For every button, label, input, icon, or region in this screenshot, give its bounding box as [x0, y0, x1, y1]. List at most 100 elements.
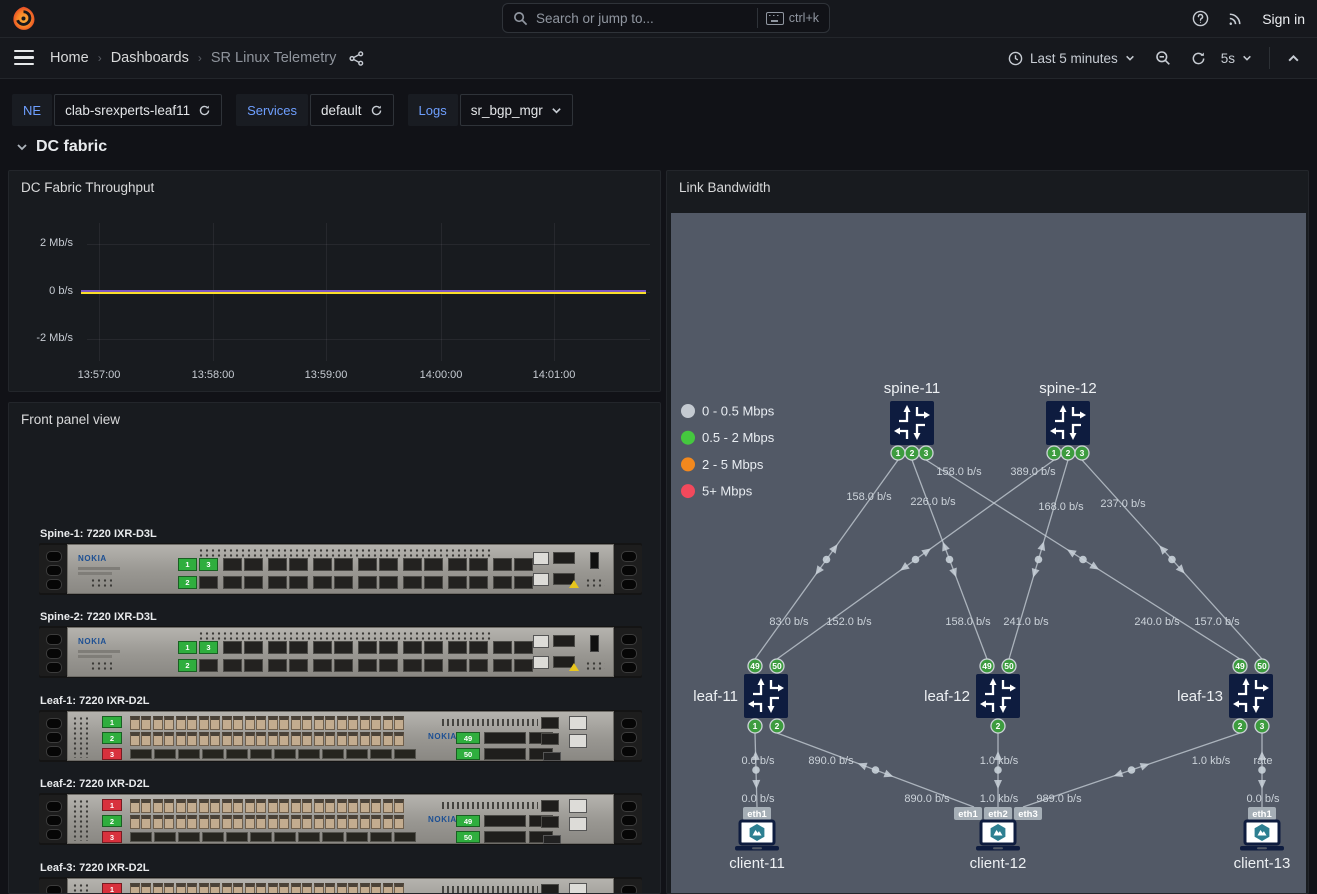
edge-arrow — [1067, 549, 1077, 557]
copper-port — [245, 799, 255, 813]
switch-faceplate: 123NOKIA4950 — [67, 794, 614, 844]
copper-port — [337, 883, 347, 894]
switch-node-leaf-13[interactable] — [1229, 674, 1273, 718]
grafana-app: Search or jump to... ctrl+k — [0, 0, 1317, 894]
copper-port — [360, 799, 370, 813]
sync-icon — [198, 104, 211, 117]
zoom-out-button[interactable] — [1148, 45, 1178, 71]
copper-port — [371, 716, 381, 730]
device-label: Spine-1: 7220 IXR-D3L — [40, 528, 642, 540]
qsfp-cage — [268, 576, 287, 589]
variable-services-value[interactable]: default — [310, 94, 394, 126]
device-1: Spine-1: 7220 IXR-D3LNOKIA132 — [39, 528, 642, 595]
variable-ne-value[interactable]: clab-srexperts-leaf11 — [54, 94, 222, 126]
copper-port — [164, 716, 174, 730]
client-node-client-11[interactable] — [735, 821, 779, 851]
copper-port — [348, 716, 358, 730]
series-line-in — [81, 292, 646, 294]
edge-midpoint-dot — [1258, 766, 1266, 774]
legend-label: 0.5 - 2 Mbps — [702, 430, 775, 445]
search-shortcut: ctrl+k — [757, 8, 819, 28]
sfp-cage — [274, 749, 296, 759]
copper-port — [222, 799, 232, 813]
search-input[interactable]: Search or jump to... ctrl+k — [502, 3, 830, 33]
sfp-cage — [154, 749, 176, 759]
qsfp-cage — [514, 576, 533, 589]
help-icon[interactable] — [1192, 10, 1209, 27]
switch-node-leaf-11[interactable] — [744, 674, 788, 718]
copper-port — [153, 799, 163, 813]
variable-logs-label[interactable]: Logs — [408, 94, 458, 126]
edge-bandwidth-label: 237.0 b/s — [1100, 498, 1146, 510]
menu-toggle-icon[interactable] — [14, 50, 34, 65]
variable-ne-label[interactable]: NE — [12, 94, 52, 126]
rack-ear-slot — [46, 551, 62, 562]
breadcrumb-home[interactable]: Home — [50, 50, 89, 66]
eth-badge-label: eth1 — [1252, 809, 1272, 820]
dashboard-row-dc-fabric[interactable]: DC fabric — [16, 138, 107, 156]
qsfp-cage — [514, 558, 533, 571]
variable-services-label[interactable]: Services — [236, 94, 308, 126]
qsfp-cage — [199, 576, 218, 589]
client-node-client-12[interactable] — [976, 821, 1020, 851]
sfp-cage — [178, 832, 200, 842]
edge-bandwidth-label: 158.0 b/s — [936, 466, 982, 478]
rack-ear-slot — [621, 551, 637, 562]
rack-ear-slot — [46, 815, 62, 826]
qsfp-cage — [379, 576, 398, 589]
edge-arrow — [1258, 780, 1266, 789]
breadcrumb-dashboards[interactable]: Dashboards — [111, 50, 189, 66]
qsfp-cage — [334, 558, 353, 571]
usb-port — [590, 635, 599, 652]
switch-node-spine-12[interactable] — [1046, 401, 1090, 445]
mgmt-rj45-port — [533, 635, 549, 648]
edge-bandwidth-label: 989.0 b/s — [1036, 793, 1082, 805]
vent-dots — [198, 548, 493, 557]
variables-bar: NE clab-srexperts-leaf11 Services defaul… — [12, 94, 573, 126]
panel-title[interactable]: Link Bandwidth — [679, 180, 771, 195]
copper-port — [291, 716, 301, 730]
refresh-interval-picker[interactable]: 5s — [1219, 46, 1259, 71]
sign-in-button[interactable]: Sign in — [1262, 11, 1305, 27]
copper-port — [279, 799, 289, 813]
mgmt-rj45-port — [569, 799, 587, 813]
copper-port-row — [130, 883, 406, 894]
copper-port — [325, 732, 335, 746]
copper-port — [130, 732, 140, 746]
edge-arrow — [942, 542, 949, 552]
port-row: 2 — [178, 659, 538, 672]
edge-arrow — [858, 763, 868, 770]
rack-ear — [614, 545, 642, 593]
dashboard-toolbar: Home › Dashboards › SR Linux Telemetry L… — [0, 38, 1317, 79]
refresh-button[interactable] — [1184, 46, 1213, 71]
time-range-picker[interactable]: Last 5 minutes — [1001, 46, 1142, 71]
client-node-client-13[interactable] — [1240, 821, 1284, 851]
copper-port — [210, 732, 220, 746]
qsfp-cage — [403, 641, 422, 654]
node-graph-canvas[interactable]: 0 - 0.5 Mbps0.5 - 2 Mbps2 - 5 Mbps5+ Mbp… — [671, 213, 1306, 894]
toolbar-divider — [1269, 47, 1270, 69]
switch-node-spine-11[interactable] — [890, 401, 934, 445]
usb-port — [590, 552, 599, 569]
panel-link-bandwidth: Link Bandwidth 0 - 0.5 Mbps0.5 - 2 Mbps2… — [666, 170, 1309, 894]
sfp-cage — [553, 635, 575, 647]
search-icon — [513, 11, 528, 26]
switch-node-leaf-12[interactable] — [976, 674, 1020, 718]
copper-port — [222, 732, 232, 746]
share-icon[interactable] — [349, 51, 364, 66]
edge-bandwidth-label: 168.0 b/s — [1038, 501, 1084, 513]
variable-logs-value[interactable]: sr_bgp_mgr — [460, 94, 573, 126]
copper-port — [337, 815, 347, 829]
eth-badge-label: eth1 — [958, 809, 978, 820]
copper-port — [176, 883, 186, 894]
port-number: 1 — [896, 448, 901, 458]
time-series-chart[interactable]: 13:57:0013:58:0013:59:0014:00:0014:01:00… — [9, 171, 660, 391]
news-rss-icon[interactable] — [1227, 10, 1244, 27]
grafana-logo[interactable] — [10, 5, 37, 32]
port-number: 2 — [996, 721, 1001, 731]
vent-dots — [72, 883, 88, 894]
copper-port — [176, 716, 186, 730]
device-3: Leaf-1: 7220 IXR-D2L123NOKIA4950 — [39, 695, 642, 762]
kiosk-collapse-button[interactable] — [1280, 47, 1307, 70]
legend-dot — [681, 457, 695, 471]
